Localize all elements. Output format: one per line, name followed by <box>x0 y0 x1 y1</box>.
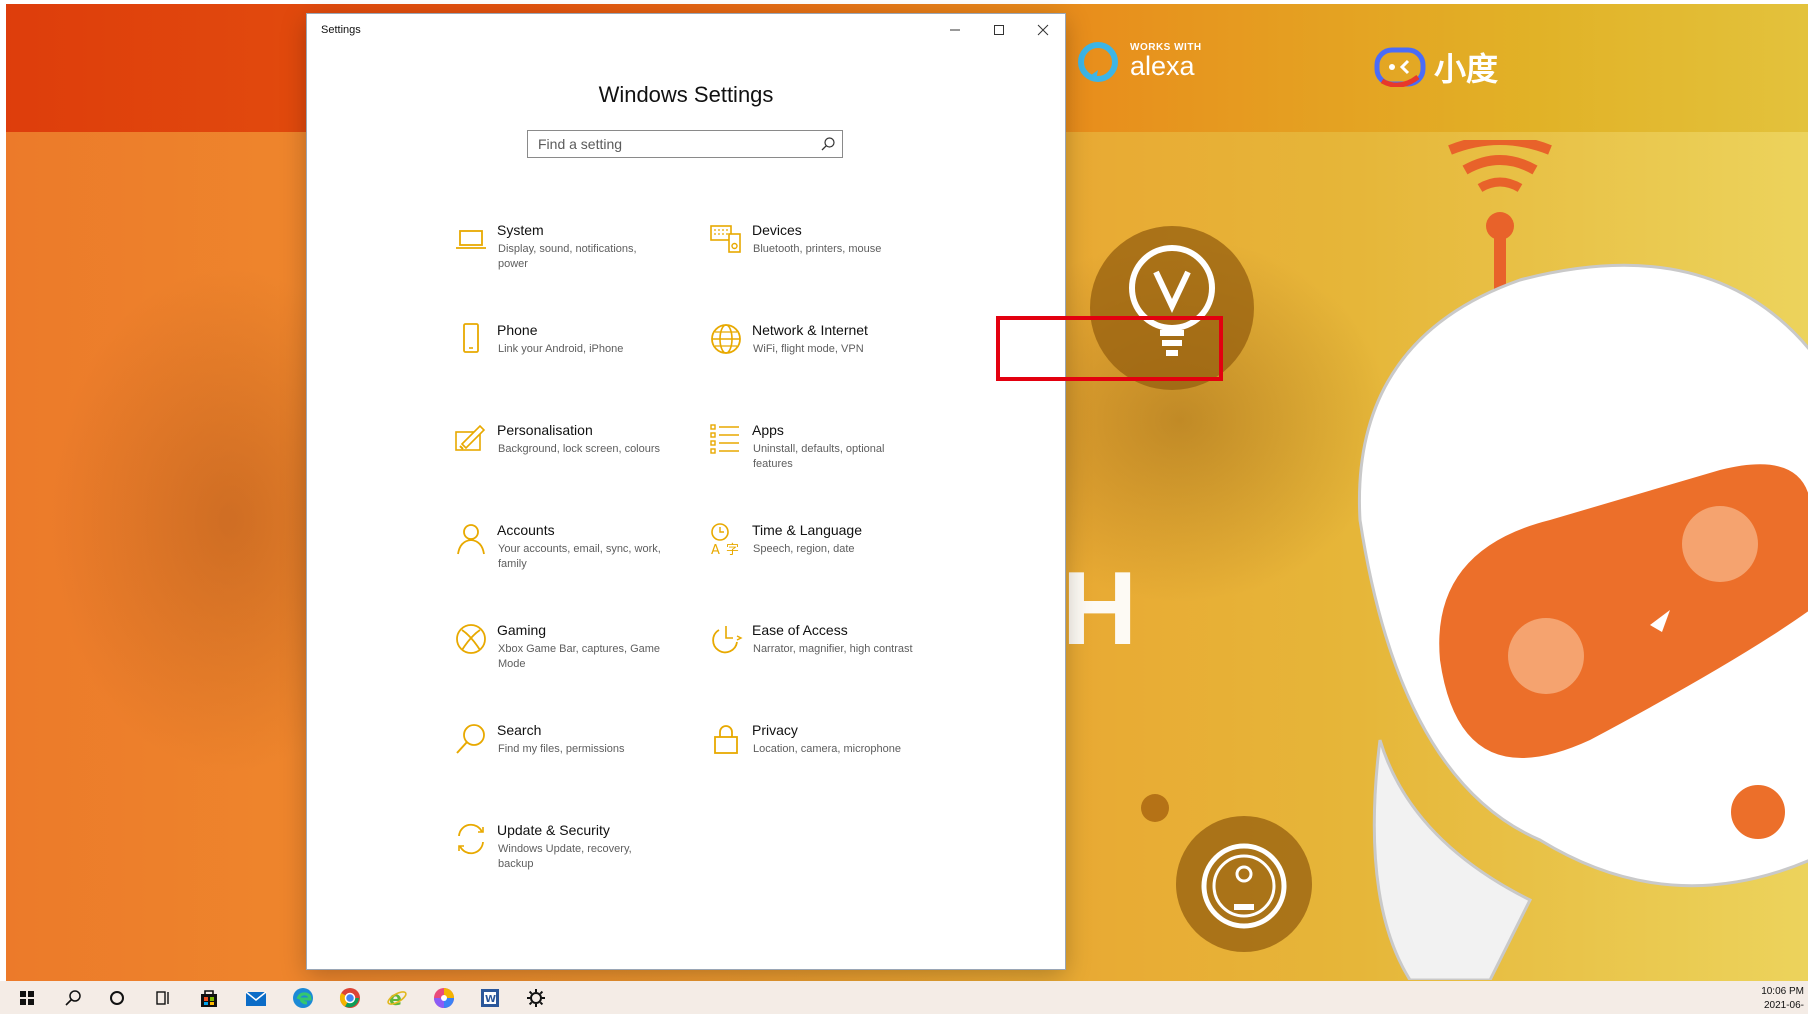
setting-time-language[interactable]: A 字 Time & Language Speech, region, date <box>709 522 939 598</box>
alexa-ring-icon <box>1078 42 1118 82</box>
store-icon[interactable] <box>196 985 222 1011</box>
setting-description: Windows Update, recovery, backup <box>498 843 632 870</box>
setting-personalisation[interactable]: Personalisation Background, lock screen,… <box>454 422 684 498</box>
maximize-button[interactable] <box>977 14 1021 46</box>
ie-icon[interactable]: e <box>384 985 410 1011</box>
setting-title: Devices <box>752 222 802 238</box>
window-title: Settings <box>321 24 361 36</box>
search-icon[interactable] <box>60 985 86 1011</box>
ease-of-access-icon <box>712 626 743 654</box>
setting-title: Time & Language <box>752 522 862 538</box>
setting-title: Accounts <box>497 522 555 538</box>
xiaodu-text: 小度 <box>1434 51 1499 87</box>
setting-title: Search <box>497 722 542 738</box>
setting-description: Display, sound, notifications, power <box>498 243 637 270</box>
settings-window: Settings Windows Settings System Display… <box>307 14 1223 969</box>
windows-start-icon[interactable] <box>14 985 40 1011</box>
wallpaper-left-edge <box>0 0 6 981</box>
chrome-icon[interactable] <box>337 985 363 1011</box>
paintbrush-icon <box>455 424 486 451</box>
setting-description: Your accounts, email, sync, work, family <box>498 543 661 570</box>
decor-dot <box>1141 794 1169 822</box>
clock-date: 2021-06- <box>1763 1000 1804 1011</box>
setting-description: Narrator, magnifier, high contrast <box>753 643 913 655</box>
setting-gaming[interactable]: Gaming Xbox Game Bar, captures, Game Mod… <box>454 622 684 698</box>
setting-description: Uninstall, defaults, optional features <box>753 443 885 470</box>
setting-description: Bluetooth, printers, mouse <box>753 243 882 255</box>
setting-title: Ease of Access <box>752 622 848 638</box>
keyboard-speaker-icon <box>710 225 741 253</box>
lock-icon <box>714 725 738 754</box>
globe-icon <box>711 324 741 354</box>
setting-title: Apps <box>752 422 784 438</box>
task-view-icon[interactable] <box>150 985 176 1011</box>
apps-list-icon <box>710 424 739 454</box>
robot-mascot-illustration <box>1357 140 1808 980</box>
mail-icon[interactable] <box>243 985 269 1011</box>
wallpaper-top-edge <box>0 0 1808 4</box>
svg-text:A: A <box>711 543 720 556</box>
taskbar-clock[interactable]: 10:06 PM 2021-06- <box>1761 985 1804 1013</box>
close-icon <box>1037 24 1049 36</box>
setting-apps[interactable]: Apps Uninstall, defaults, optional featu… <box>709 422 939 498</box>
highlight-box <box>996 316 1223 381</box>
setting-phone[interactable]: Phone Link your Android, iPhone <box>454 322 684 398</box>
setting-title: Network & Internet <box>752 322 868 338</box>
setting-description: Location, camera, microphone <box>753 743 901 755</box>
setting-title: Gaming <box>497 622 547 638</box>
setting-network-internet[interactable]: Network & Internet WiFi, flight mode, VP… <box>709 322 939 398</box>
setting-ease-of-access[interactable]: Ease of Access Narrator, magnifier, high… <box>709 622 939 698</box>
alexa-logo: WORKS WITH alexa <box>1076 40 1202 84</box>
setting-description: Link your Android, iPhone <box>498 343 624 355</box>
word-icon[interactable]: W <box>477 985 503 1011</box>
setting-title: Personalisation <box>497 422 593 438</box>
close-button[interactable] <box>1021 14 1065 46</box>
setting-search[interactable]: Search Find my files, permissions <box>454 722 684 798</box>
search-icon[interactable] <box>820 136 836 152</box>
person-icon <box>457 524 485 555</box>
settings-search[interactable] <box>527 130 843 158</box>
setting-description: Find my files, permissions <box>498 743 625 755</box>
setting-description: Xbox Game Bar, captures, Game Mode <box>498 643 661 670</box>
maximize-icon <box>994 25 1004 35</box>
cortana-icon[interactable] <box>104 985 130 1011</box>
minimize-button[interactable] <box>933 14 977 46</box>
minimize-icon <box>950 29 960 31</box>
phone-icon <box>463 323 479 353</box>
window-titlebar[interactable]: Settings <box>307 14 1065 46</box>
setting-accounts[interactable]: Accounts Your accounts, email, sync, wor… <box>454 522 684 598</box>
xbox-icon <box>456 624 486 654</box>
time-language-icon: A 字 <box>711 523 739 556</box>
svg-text:W: W <box>485 994 496 1005</box>
color-app-icon[interactable] <box>431 985 457 1011</box>
settings-gear-icon[interactable] <box>523 985 549 1011</box>
setting-title: Phone <box>497 322 538 338</box>
setting-update-security[interactable]: Update & Security Windows Update, recove… <box>454 822 684 898</box>
setting-description: WiFi, flight mode, VPN <box>753 343 864 355</box>
setting-devices[interactable]: Devices Bluetooth, printers, mouse <box>709 222 939 298</box>
svg-text:字: 字 <box>726 543 739 556</box>
search-icon <box>456 724 485 754</box>
taskbar: e W 10:06 PM 2021-06- <box>0 981 1808 1014</box>
sync-icon <box>458 823 484 855</box>
laptop-icon <box>456 230 486 249</box>
search-input[interactable] <box>528 131 828 157</box>
setting-system[interactable]: System Display, sound, notifications, po… <box>454 222 684 298</box>
page-title: Windows Settings <box>598 82 774 107</box>
alexa-big-text: alexa <box>1130 51 1195 81</box>
clock-time: 10:06 PM <box>1761 986 1804 997</box>
setting-description: Background, lock screen, colours <box>498 443 661 455</box>
xiaodu-logo: 小度 <box>1374 44 1498 90</box>
setting-description: Speech, region, date <box>753 543 855 555</box>
setting-title: System <box>497 222 544 238</box>
setting-title: Privacy <box>752 722 798 738</box>
xiaodu-badge-icon <box>1374 47 1426 87</box>
wallpaper-big-letter: H <box>1062 551 1138 667</box>
setting-privacy[interactable]: Privacy Location, camera, microphone <box>709 722 939 798</box>
edge-icon[interactable] <box>290 985 316 1011</box>
setting-title: Update & Security <box>497 822 610 838</box>
